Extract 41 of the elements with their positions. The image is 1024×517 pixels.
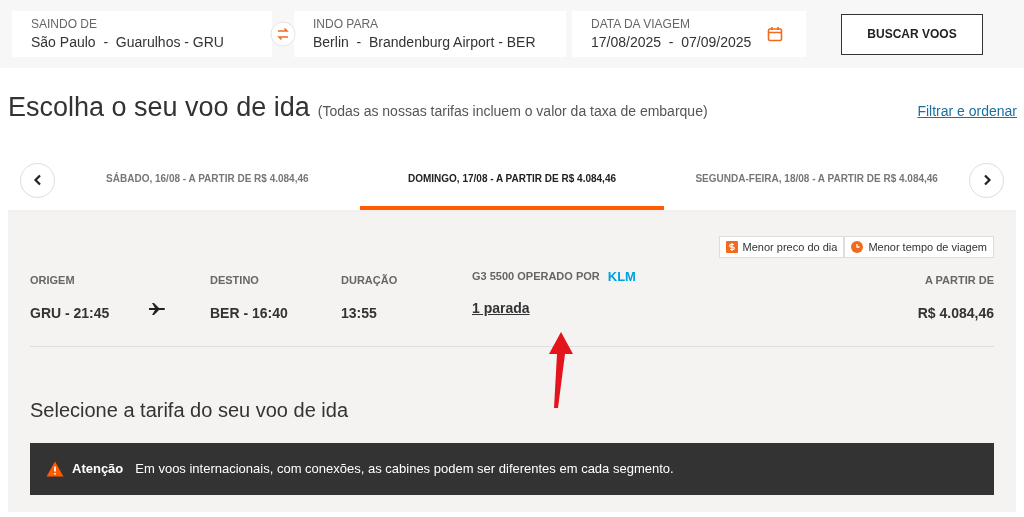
search-field[interactable]: INDO PARA Berlin - Brandenburg Airport - BER — [294, 11, 566, 57]
clock-icon — [851, 241, 864, 253]
column-label: A PARTIR DE — [924, 273, 994, 288]
chevron-left-icon — [32, 174, 43, 186]
field-value: São Paulo - Guarulhos - GRU — [31, 33, 224, 52]
badge: Menor preco do dia — [718, 236, 845, 258]
column-label: DURAÇÃO — [341, 273, 399, 288]
field-value: 17/08/2025 - 07/09/2025 — [591, 33, 752, 52]
field-label: DATA DA VIAGEM — [591, 16, 691, 32]
field-value: Berlin - Brandenburg Airport - BER — [313, 33, 536, 52]
alert-message: Em voos internacionais, com conexões, as cabines podem ser diferentes em cada segmento. — [135, 459, 674, 478]
section-title: Selecione a tarifa do seu voo de ida — [30, 397, 349, 423]
date-tab[interactable]: SEGUNDA-FEIRA, 18/08 - A PARTIR DE R$ 4.084,46 — [664, 150, 969, 210]
airline-logo: KLM — [607, 268, 636, 284]
search-flights-button[interactable]: BUSCAR VOOS — [841, 13, 983, 55]
field-label: INDO PARA — [313, 16, 380, 32]
previous-day-button[interactable] — [20, 162, 55, 198]
badge: Menor tempo de viagem — [844, 236, 994, 258]
swap-icon[interactable] — [270, 21, 296, 47]
search-field[interactable]: DATA DA VIAGEM 17/08/2025 - 07/09/2025 — [572, 11, 806, 57]
origin-time: GRU - 21:45 — [30, 303, 111, 323]
airplane-icon — [148, 302, 166, 316]
duration-value: 13:55 — [341, 303, 378, 323]
stops-link[interactable]: 1 parada — [472, 298, 636, 319]
chevron-right-icon — [981, 174, 992, 186]
column-label: DESTINO — [210, 273, 260, 288]
page-title: Escolha o seu voo de ida — [8, 91, 310, 124]
date-tab[interactable]: SÁBADO, 16/08 - A PARTIR DE R$ 4.084,46 — [55, 150, 360, 210]
price-value: R$ 4.084,46 — [917, 303, 994, 323]
column-label: ORIGEM — [30, 273, 76, 288]
field-label: SAINDO DE — [31, 16, 98, 32]
column-label: G3 5500 OPERADO POR — [472, 268, 600, 284]
warning-icon — [46, 460, 64, 477]
filter-link[interactable]: Filtrar e ordenar — [917, 101, 1017, 122]
calendar-icon[interactable] — [767, 26, 783, 42]
destination-time: BER - 16:40 — [210, 303, 289, 323]
dollar-icon — [725, 241, 738, 253]
next-day-button[interactable] — [969, 162, 1004, 198]
search-field[interactable]: SAINDO DE São Paulo - Guarulhos - GRU — [12, 11, 272, 57]
fee-note: (Todas as nossas tarifas incluem o valor da taxa de embarque) — [317, 102, 708, 121]
alert-title: Atenção — [72, 459, 124, 478]
